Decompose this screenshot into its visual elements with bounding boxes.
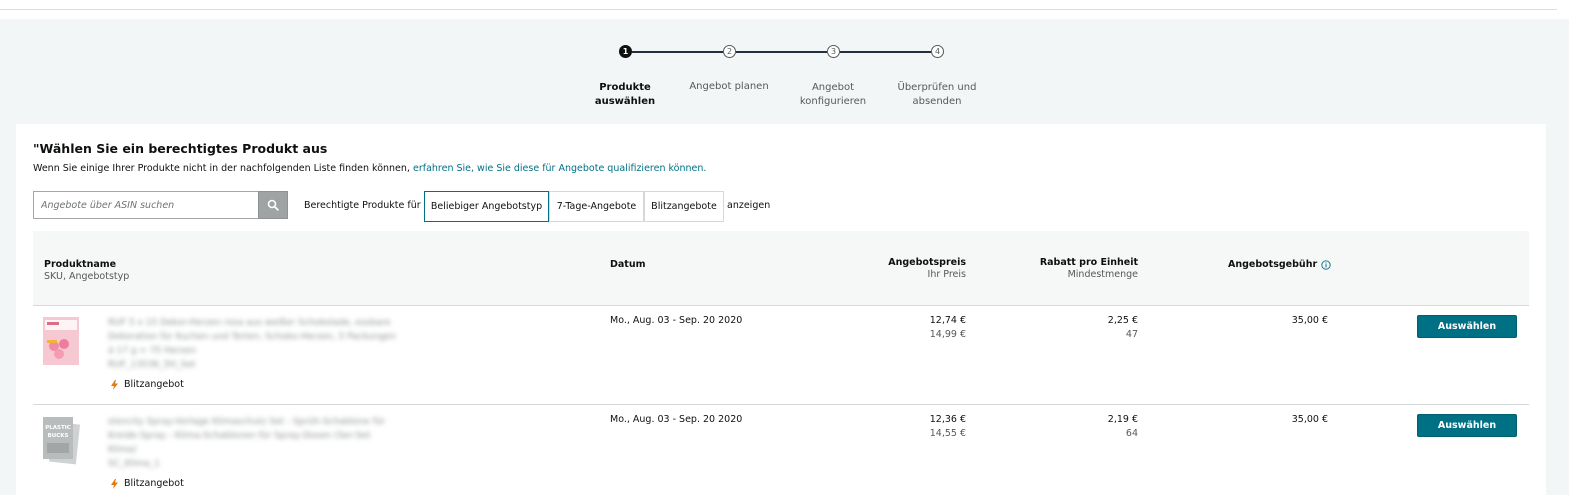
step-2-label: Angebot planen bbox=[689, 81, 769, 92]
lightning-icon bbox=[111, 379, 118, 390]
deal-fee: 35,00 € bbox=[1291, 315, 1328, 326]
deal-price: 12,36 € 14,55 € bbox=[930, 413, 966, 441]
table-row: PLASTIC BUCKS stencity Spray-Vorlage Kli… bbox=[33, 405, 1529, 495]
help-text-body: Wenn Sie einige Ihrer Produkte nicht in … bbox=[33, 163, 410, 174]
filter-suffix-label: anzeigen bbox=[727, 200, 771, 211]
column-discount-title: Rabatt pro Einheit bbox=[1039, 257, 1138, 268]
stepper-line bbox=[632, 51, 723, 53]
your-price-value: 14,99 € bbox=[929, 329, 966, 340]
column-price-subtitle: Ihr Preis bbox=[927, 269, 966, 280]
stepper-line bbox=[736, 51, 827, 53]
min-quantity-value: 64 bbox=[1125, 428, 1138, 439]
product-thumbnail bbox=[42, 316, 80, 366]
column-date-title: Datum bbox=[610, 259, 646, 270]
deal-date: Mo., Aug. 03 - Sep. 20 2020 bbox=[610, 414, 743, 425]
lightning-icon bbox=[111, 478, 118, 489]
unit-discount: 2,25 € 47 bbox=[1108, 314, 1138, 342]
column-discount-subtitle: Mindestmenge bbox=[1067, 269, 1138, 280]
top-bar bbox=[0, 0, 1557, 10]
unit-discount: 2,19 € 64 bbox=[1108, 413, 1138, 441]
thumb-text-line-2: BUCKS bbox=[48, 433, 69, 439]
deal-price-value: 12,74 € bbox=[929, 315, 966, 326]
step-3-indicator: 3 bbox=[827, 45, 840, 58]
deal-type: Blitzangebot bbox=[111, 379, 184, 390]
progress-stepper: 1 2 3 4 Produkte auswählen Angebot plane… bbox=[0, 40, 1569, 120]
column-fee: Angebotsgebühr bbox=[1228, 259, 1331, 271]
column-fee-title: Angebotsgebühr bbox=[1228, 259, 1318, 270]
your-price-value: 14,55 € bbox=[929, 428, 966, 439]
thumb-text-line-1: PLASTIC bbox=[45, 425, 71, 431]
deal-date: Mo., Aug. 03 - Sep. 20 2020 bbox=[610, 315, 743, 326]
deal-type: Blitzangebot bbox=[111, 478, 184, 489]
filter-prefix-label: Berechtigte Produkte für bbox=[304, 200, 421, 211]
column-product: Produktname SKU, Angebotstyp bbox=[44, 259, 129, 283]
product-title: stencity Spray-Vorlage Klimaschutz Set -… bbox=[108, 417, 386, 455]
product-name: RUF 5 x 15 Dekor-Herzen rosa aus weißer … bbox=[108, 316, 398, 372]
filter-7-day-deals[interactable]: 7-Tage-Angebote bbox=[549, 191, 644, 222]
step-4-indicator: 4 bbox=[931, 45, 944, 58]
column-price: Angebotspreis Ihr Preis bbox=[888, 257, 966, 281]
deal-price-value: 12,36 € bbox=[929, 414, 966, 425]
column-price-title: Angebotspreis bbox=[888, 257, 966, 268]
deal-fee: 35,00 € bbox=[1291, 414, 1328, 425]
deal-type-label: Blitzangebot bbox=[124, 379, 184, 390]
column-product-subtitle: SKU, Angebotstyp bbox=[44, 271, 130, 282]
min-quantity-value: 47 bbox=[1125, 329, 1138, 340]
product-sku: RUF_13536_5H_Set bbox=[108, 360, 196, 370]
help-text: Wenn Sie einige Ihrer Produkte nicht in … bbox=[33, 163, 706, 174]
column-date: Datum bbox=[610, 259, 646, 271]
deal-type-label: Blitzangebot bbox=[124, 478, 184, 489]
info-icon[interactable] bbox=[1321, 260, 1331, 270]
filter-lightning-deals[interactable]: Blitzangebote bbox=[644, 191, 724, 222]
deal-price: 12,74 € 14,99 € bbox=[930, 314, 966, 342]
table-header: Produktname SKU, Angebotstyp Datum Angeb… bbox=[33, 231, 1529, 306]
step-2-indicator: 2 bbox=[723, 45, 736, 58]
step-1-label: Produkte auswählen bbox=[594, 82, 656, 107]
step-4-label: Überprüfen und absenden bbox=[897, 82, 977, 107]
product-title: RUF 5 x 15 Dekor-Herzen rosa aus weißer … bbox=[108, 318, 396, 356]
search-icon bbox=[267, 199, 279, 211]
stepper-line bbox=[840, 51, 931, 53]
column-discount: Rabatt pro Einheit Mindestmenge bbox=[1040, 257, 1138, 281]
qualify-products-link[interactable]: erfahren Sie, wie Sie diese für Angebote… bbox=[413, 163, 706, 174]
step-1-indicator: 1 bbox=[619, 45, 632, 58]
product-thumbnail: PLASTIC BUCKS bbox=[42, 415, 81, 465]
filter-any-deal-type[interactable]: Beliebiger Angebotstyp bbox=[424, 191, 549, 222]
product-selection-card: "Wählen Sie ein berechtigtes Produkt aus… bbox=[16, 124, 1546, 495]
page-title: "Wählen Sie ein berechtigtes Produkt aus bbox=[33, 141, 328, 156]
unit-discount-value: 2,25 € bbox=[1107, 315, 1138, 326]
step-3-label: Angebot konfigurieren bbox=[799, 82, 867, 107]
column-product-title: Produktname bbox=[44, 259, 117, 270]
search-input[interactable] bbox=[34, 192, 259, 218]
product-name: stencity Spray-Vorlage Klimaschutz Set -… bbox=[108, 415, 398, 471]
select-product-button[interactable]: Auswählen bbox=[1417, 315, 1517, 338]
product-sku: SC_Klima_1 bbox=[108, 459, 160, 469]
search-button[interactable] bbox=[258, 191, 288, 219]
table-row: RUF 5 x 15 Dekor-Herzen rosa aus weißer … bbox=[33, 306, 1529, 405]
asin-search-field[interactable] bbox=[33, 191, 259, 219]
select-product-button[interactable]: Auswählen bbox=[1417, 414, 1517, 437]
unit-discount-value: 2,19 € bbox=[1107, 414, 1138, 425]
